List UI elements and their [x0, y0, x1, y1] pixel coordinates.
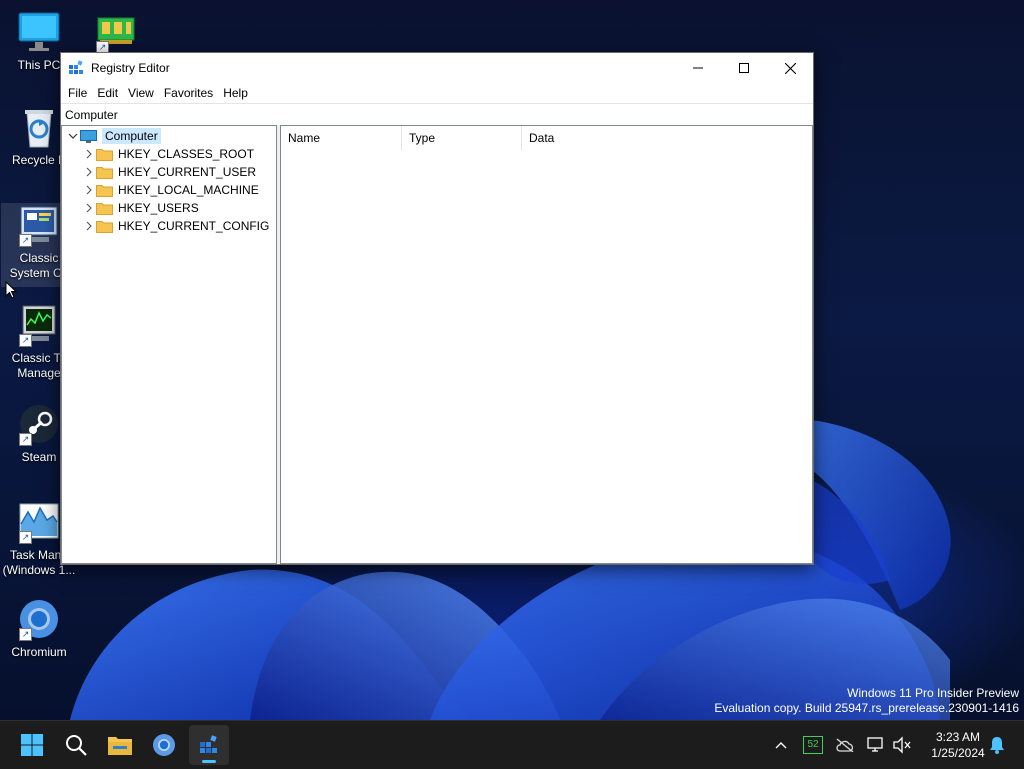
shortcut-arrow-icon: ↗ [19, 628, 32, 641]
search-icon [66, 735, 87, 756]
cloud-off-icon [836, 738, 854, 752]
menu-favorites[interactable]: Favorites [159, 86, 218, 100]
network-tray-button[interactable] [864, 733, 888, 757]
shortcut-arrow-icon: ↗ [19, 234, 32, 247]
chevron-right-icon[interactable] [82, 167, 96, 177]
steam-icon: ↗ [17, 402, 61, 446]
tree-node-computer[interactable]: Computer [66, 127, 161, 145]
chevron-down-icon[interactable] [66, 131, 80, 141]
onedrive-tray-button[interactable] [833, 733, 857, 757]
notifications-button[interactable] [985, 733, 1009, 757]
registry-editor-window[interactable]: Registry Editor File Edit View Favorites… [60, 52, 814, 565]
column-header-name[interactable]: Name [281, 126, 402, 150]
registry-editor-icon [69, 60, 83, 74]
folder-icon [96, 166, 113, 179]
watermark-line-1: Windows 11 Pro Insider Preview [847, 686, 1019, 700]
computer-icon [80, 129, 97, 143]
close-button[interactable] [767, 53, 813, 83]
tray-badge-value: 52 [803, 736, 823, 754]
show-hidden-icons-button[interactable] [769, 733, 793, 757]
desktop-icon-label: Chromium [11, 645, 67, 659]
tree-node-hkey-users[interactable]: HKEY_USERS [82, 199, 199, 217]
folder-icon [96, 220, 113, 233]
folder-icon [96, 202, 113, 215]
content-panes: Computer HKEY_CLASSES_ROOT HKEY_CURRENT_… [61, 125, 813, 564]
volume-muted-icon [893, 736, 911, 754]
chevron-right-icon[interactable] [82, 149, 96, 159]
values-list[interactable]: Name Type Data [280, 125, 813, 564]
monitor-icon [17, 10, 61, 54]
address-bar[interactable]: Computer [61, 103, 813, 126]
file-explorer-icon [108, 737, 132, 755]
start-button[interactable] [12, 725, 52, 765]
folder-icon [96, 184, 113, 197]
chevron-right-icon[interactable] [82, 185, 96, 195]
tree-node-hkey-classes-root[interactable]: HKEY_CLASSES_ROOT [82, 145, 254, 163]
title-bar[interactable]: Registry Editor [61, 53, 813, 83]
chevron-right-icon[interactable] [82, 221, 96, 231]
tray-badge[interactable]: 52 [801, 733, 825, 757]
mouse-cursor-icon [5, 281, 17, 299]
chromium-icon: ↗ [17, 597, 61, 641]
control-panel-icon: ↗ [17, 203, 61, 247]
tree-label: Computer [102, 128, 161, 144]
task-manager-icon: ↗ [17, 303, 61, 347]
folder-icon [96, 148, 113, 161]
bell-icon [990, 737, 1004, 754]
shortcut-arrow-icon: ↗ [19, 531, 32, 544]
menu-edit[interactable]: Edit [92, 86, 123, 100]
watermark-line-2: Evaluation copy. Build 25947.rs_prerelea… [714, 701, 1019, 715]
maximize-button[interactable] [721, 53, 767, 83]
maximize-icon [739, 63, 749, 73]
menu-help[interactable]: Help [218, 86, 253, 100]
minimize-button[interactable] [675, 53, 721, 83]
tree-label: HKEY_CURRENT_CONFIG [118, 219, 270, 233]
tree-label: HKEY_USERS [118, 201, 199, 215]
key-tree[interactable]: Computer HKEY_CLASSES_ROOT HKEY_CURRENT_… [61, 125, 277, 564]
menu-bar: File Edit View Favorites Help [61, 83, 813, 103]
active-indicator [202, 760, 216, 763]
minimize-icon [693, 67, 703, 69]
registry-editor-icon [200, 735, 217, 753]
column-header-type[interactable]: Type [402, 126, 522, 150]
tree-node-hkey-current-config[interactable]: HKEY_CURRENT_CONFIG [82, 217, 269, 235]
tree-label: HKEY_CURRENT_USER [118, 165, 257, 179]
search-button[interactable] [56, 725, 96, 765]
network-icon [867, 737, 883, 752]
shortcut-arrow-icon: ↗ [19, 334, 32, 347]
volume-tray-button[interactable] [890, 733, 914, 757]
tree-node-hkey-current-user[interactable]: HKEY_CURRENT_USER [82, 163, 256, 181]
window-title: Registry Editor [91, 61, 170, 75]
shortcut-arrow-icon: ↗ [19, 433, 32, 446]
chromium-icon [153, 734, 175, 756]
tree-label: HKEY_CLASSES_ROOT [118, 147, 255, 161]
close-icon [784, 62, 796, 74]
address-text: Computer [65, 107, 118, 122]
network-card-icon: ↗ [94, 12, 138, 56]
tree-node-hkey-local-machine[interactable]: HKEY_LOCAL_MACHINE [82, 181, 259, 199]
menu-file[interactable]: File [63, 86, 92, 100]
taskbar: 52 3:23 AM 1/25/2024 [0, 720, 1024, 769]
tree-label: HKEY_LOCAL_MACHINE [118, 183, 259, 197]
column-header-data[interactable]: Data [522, 126, 812, 150]
start-icon [21, 734, 43, 756]
recycle-bin-icon [17, 105, 61, 149]
chevron-right-icon[interactable] [82, 203, 96, 213]
registry-editor-taskbar-button[interactable] [189, 725, 229, 765]
chevron-up-icon [775, 742, 787, 749]
file-explorer-button[interactable] [100, 725, 140, 765]
desktop-icon-chromium[interactable]: ↗ Chromium [1, 597, 77, 660]
chromium-taskbar-button[interactable] [144, 725, 184, 765]
task-manager-chart-icon: ↗ [17, 500, 61, 544]
menu-view[interactable]: View [123, 86, 159, 100]
